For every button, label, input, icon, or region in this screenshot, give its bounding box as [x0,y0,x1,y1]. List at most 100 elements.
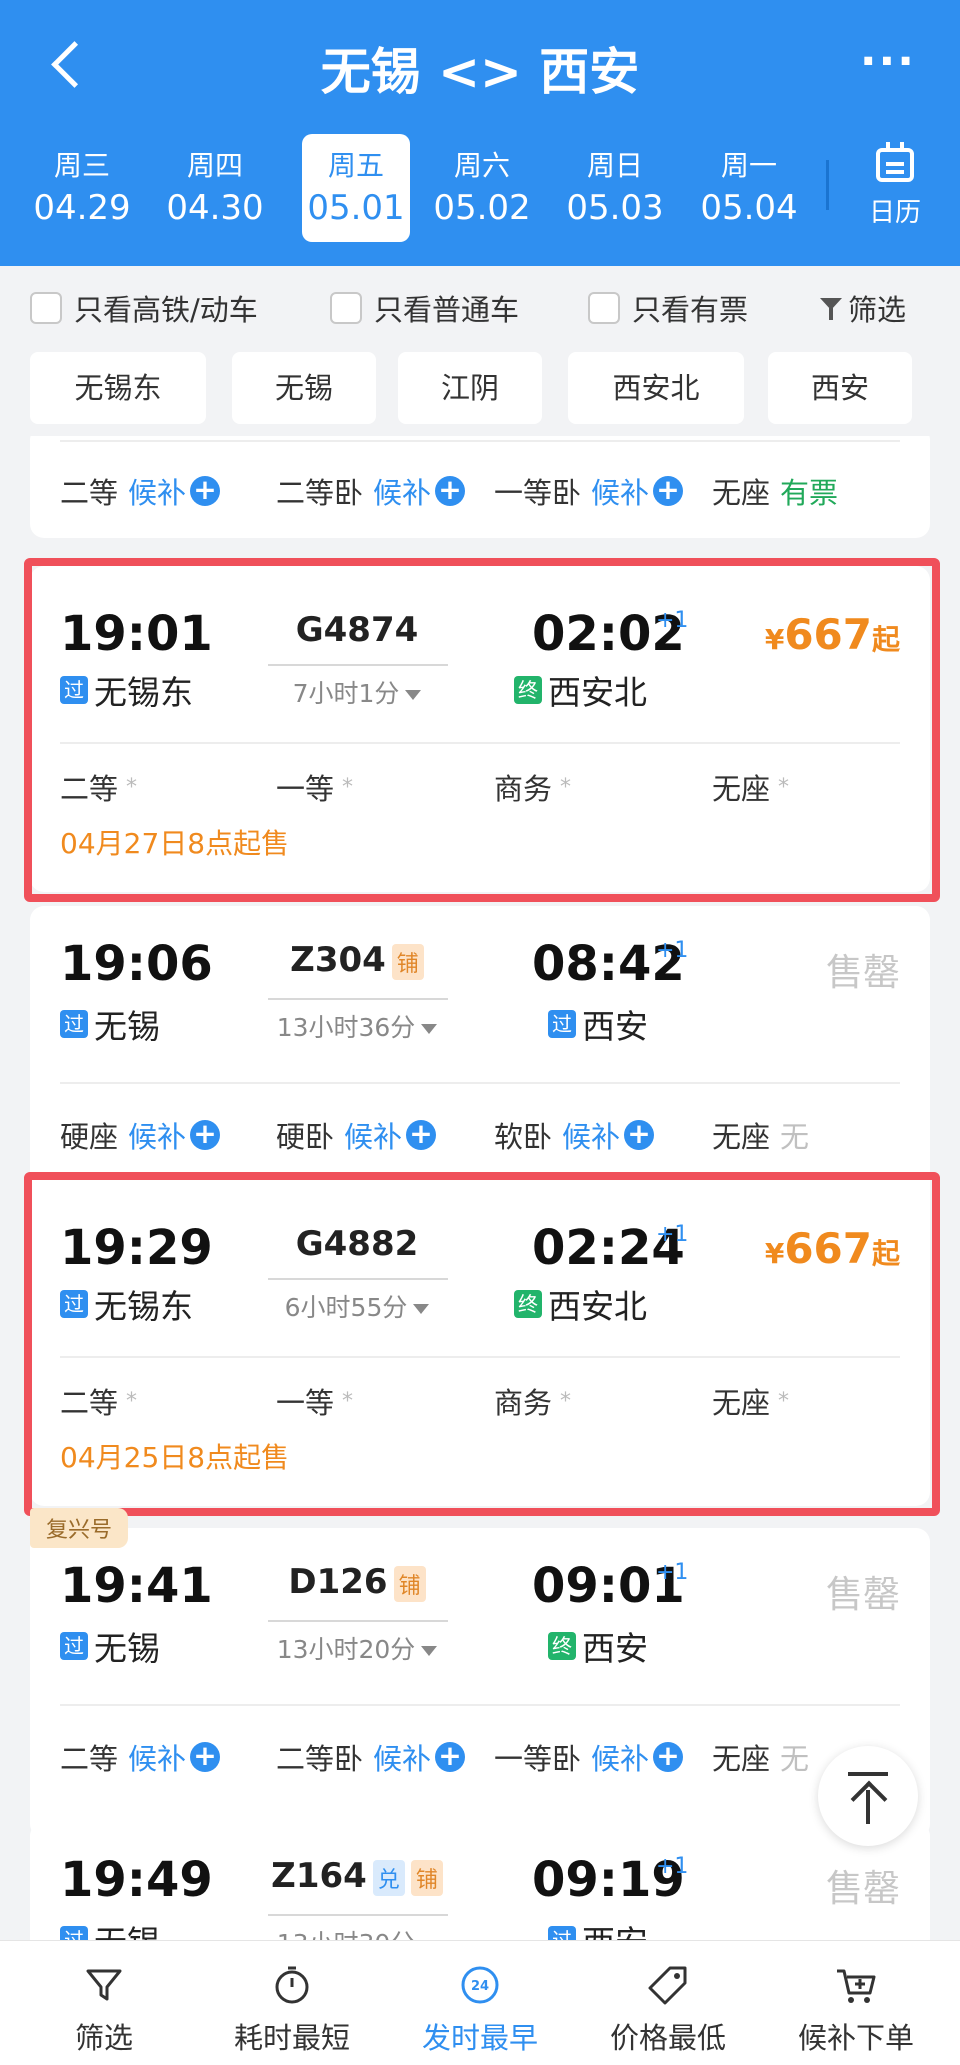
tab-shortest-duration[interactable]: 耗时最短 [198,1941,386,2065]
checkbox-youpiao[interactable]: 只看有票 [588,288,748,328]
seat-option[interactable]: 二等卧 候补 + [276,1736,466,1778]
duration[interactable]: 13小时30分 [262,1924,452,1940]
plus-circle-icon[interactable]: + [435,476,466,506]
date-tab[interactable]: 周一 05.04 [695,134,803,242]
date-tab[interactable]: 周日 05.03 [561,134,669,242]
terminal-badge: 终 [548,1632,576,1660]
date-tab[interactable]: 周三 04.29 [28,134,136,242]
seat-option[interactable]: 二等卧 候补 + [276,470,466,512]
seat-option[interactable]: 二等 候补 + [60,1736,221,1778]
plus-circle-icon[interactable]: + [653,476,684,506]
date-divider [826,160,829,210]
arrival-station: 过 西安 [548,1000,648,1048]
plus-circle-icon[interactable]: + [624,1120,655,1150]
date-weekday: 周五 [327,149,384,182]
train-list[interactable]: 二等 候补 + 二等卧 候补 + 一等卧 候补 + 无座 有票 19:01 G4… [0,436,960,1940]
departure-station: 过 无锡 [60,1000,160,1048]
departure-time: 19:01 [60,606,213,662]
sale-start-notice: 04月27日8点起售 [60,827,290,860]
plus-circle-icon[interactable]: + [653,1742,684,1772]
plus-circle-icon[interactable]: + [435,1742,466,1772]
train-card[interactable]: 复兴号 19:41 D126 铺 09:01 +1 售罄 过 无锡 13小时20分… [30,1508,930,1838]
seat-option[interactable]: 一等卧 候补 + [494,470,684,512]
plus-circle-icon[interactable]: + [190,1742,221,1772]
stopwatch-icon [275,1966,309,2004]
train-card[interactable]: 19:49 Z164兑铺 09:19 +1 售罄 过 无锡 13小时30分 过 … [30,1822,930,1940]
filter-button[interactable]: 筛选 [820,288,906,328]
plus-circle-icon[interactable]: + [190,476,221,506]
sold-out-status: 售罄 [826,951,900,994]
tab-earliest-departure[interactable]: 24 发时最早 [386,1941,574,2065]
seat-name: 无座 [712,772,771,806]
duration[interactable]: 13小时36分 [262,1008,452,1044]
duration-text: 7小时1分 [292,679,400,708]
duration-text: 13小时30分 [277,1929,416,1940]
seat-name: 商务 [494,1386,553,1420]
train-card-partial[interactable]: 二等 候补 + 二等卧 候补 + 一等卧 候补 + 无座 有票 [30,436,930,538]
seat-status: 候补 [373,476,432,510]
clock-24-badge: 24 [471,1979,489,1994]
checkbox-icon [588,292,620,324]
price-tag-icon [648,1966,687,2005]
train-card[interactable]: 19:01 G4874 02:02 +1 ¥667起 过 无锡东 7小时1分 终… [30,566,930,892]
seat-name: 无座 [712,1386,771,1420]
tab-waitlist-order[interactable]: 候补下单 [762,1941,950,2065]
checkbox-putong[interactable]: 只看普通车 [330,288,519,328]
date-tab-selected[interactable]: 周五 05.01 [302,134,410,242]
arrival-station: 过 西安 [548,1916,648,1940]
tab-label: 价格最低 [609,2021,726,2055]
train-card[interactable]: 19:29 G4882 02:24 +1 ¥667起 过 无锡东 6小时55分 … [30,1180,930,1506]
plus-circle-icon[interactable]: + [190,1120,221,1150]
station-chip[interactable]: 无锡 [232,352,376,424]
seat-option: 二等 * [60,766,137,808]
divider [60,742,900,744]
station-name: 无锡 [94,1629,160,1668]
pass-badge: 过 [60,1290,88,1318]
seat-option[interactable]: 二等 候补 + [60,470,221,512]
duration[interactable]: 13小时20分 [262,1630,452,1666]
price-currency: ¥ [764,1237,785,1270]
train-number: Z304 铺 [262,940,452,980]
seat-status: 候补 [591,476,650,510]
date-weekday: 周三 [53,149,110,182]
tab-lowest-price[interactable]: 价格最低 [574,1941,762,2065]
seat-name: 无座 [712,1120,771,1154]
date-tab[interactable]: 周四 04.30 [161,134,269,242]
plus-circle-icon[interactable]: + [406,1120,437,1150]
price-value: 667 [784,1224,872,1273]
seat-option: 一等 * [276,1380,353,1422]
duration-text: 13小时20分 [276,1635,416,1664]
station-chip[interactable]: 西安北 [568,352,744,424]
duration[interactable]: 7小时1分 [262,674,452,710]
seat-mark: * [126,774,138,800]
tab-filter[interactable]: 筛选 [10,1941,198,2065]
divider [60,1082,900,1084]
station-chip[interactable]: 江阴 [398,352,542,424]
date-tab[interactable]: 周六 05.02 [428,134,536,242]
tab-label: 耗时最短 [233,2021,350,2055]
train-card[interactable]: 19:06 Z304 铺 08:42 +1 售罄 过 无锡 13小时36分 过 西… [30,906,930,1206]
seat-option[interactable]: 一等卧 候补 + [494,1736,684,1778]
seat-status: 无 [780,1120,810,1154]
calendar-button[interactable]: 日历 [860,142,930,244]
seat-option[interactable]: 无座 有票 [712,470,838,512]
seat-option[interactable]: 软卧 候补 + [494,1114,655,1156]
caret-down-icon [413,1304,430,1314]
seat-name: 二等 [60,1386,119,1420]
train-number: G4882 [295,1224,419,1264]
checkbox-gaotie[interactable]: 只看高铁/动车 [30,288,258,328]
seat-name: 硬座 [60,1120,119,1154]
seat-option: 无座 * [712,766,789,808]
station-chip[interactable]: 无锡东 [30,352,206,424]
more-options-icon[interactable]: ··· [860,40,916,84]
train-number-text: D126 [288,1562,388,1602]
seat-status: 候补 [562,1120,621,1154]
pass-badge: 过 [60,1632,88,1660]
seat-option[interactable]: 硬座 候补 + [60,1114,221,1156]
train-number: D126 铺 [262,1562,452,1602]
date-value: 05.04 [700,188,798,228]
station-chip[interactable]: 西安 [768,352,912,424]
clock-24-icon: 24 [461,1966,499,2004]
duration[interactable]: 6小时55分 [262,1288,452,1324]
seat-option[interactable]: 硬卧 候补 + [276,1114,437,1156]
